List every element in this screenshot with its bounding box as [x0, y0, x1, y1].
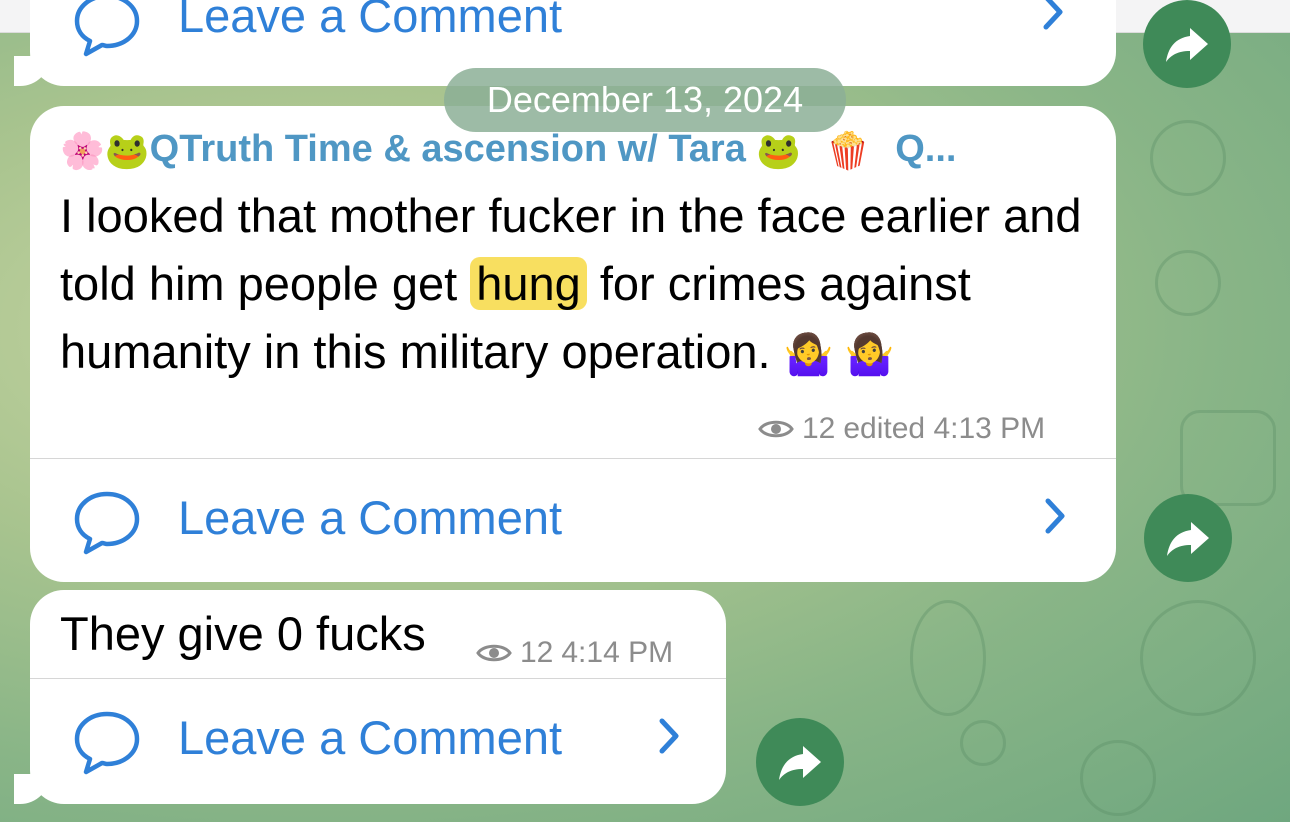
background-doodle [1155, 250, 1221, 316]
speech-bubble-icon [74, 0, 140, 57]
message-bubble: They give 0 fucks 12 4:14 PM Leave a Com… [30, 590, 726, 804]
chevron-right-icon [1045, 498, 1065, 534]
date-separator: December 13, 2024 [444, 68, 846, 132]
leave-comment-button[interactable]: Leave a Comment [30, 680, 726, 790]
author-emoji: 🐸 [756, 129, 802, 171]
author-emoji: 🌸 [60, 129, 105, 171]
share-arrow-icon [1166, 28, 1208, 62]
chevron-right-icon [659, 718, 679, 754]
author-line[interactable]: 🌸🐸QTruth Time & ascension w/ Tara 🐸 🍿 Q.… [60, 128, 956, 172]
background-doodle [910, 600, 986, 716]
eye-icon [476, 644, 512, 662]
background-doodle [1140, 600, 1256, 716]
view-count: 12 [802, 412, 836, 445]
divider [30, 678, 726, 679]
background-doodle [1150, 120, 1226, 196]
share-arrow-icon [779, 746, 821, 780]
leave-comment-button[interactable]: Leave a Comment [30, 460, 1116, 570]
share-button[interactable] [756, 718, 844, 806]
author-suffix: Q... [895, 128, 957, 170]
background-doodle [1180, 410, 1276, 506]
share-button[interactable] [1143, 0, 1231, 88]
comment-label: Leave a Comment [178, 711, 563, 764]
message-meta: 12 4:14 PM [476, 636, 673, 670]
message-meta: 12 edited 4:13 PM [758, 412, 1045, 446]
message-time: 4:14 PM [561, 636, 674, 669]
background-doodle [1080, 740, 1156, 816]
view-count: 12 [520, 636, 554, 669]
share-arrow-icon [1167, 522, 1209, 556]
background-doodle [960, 720, 1006, 766]
speech-bubble-icon [74, 491, 140, 555]
message-emojis: 🤷‍♀️ 🤷‍♀️ [783, 333, 895, 377]
highlighted-word: hung [470, 257, 587, 310]
message-bubble: 🌸🐸QTruth Time & ascension w/ Tara 🐸 🍿 Q.… [30, 106, 1116, 582]
chevron-right-icon [1043, 0, 1063, 30]
message-text: I looked that mother fucker in the face … [60, 182, 1090, 389]
author-emoji: 🍿 [825, 129, 871, 171]
bubble-tail [14, 774, 50, 804]
divider [30, 458, 1116, 459]
author-name: QTruth Time & ascension w/ Tara [149, 128, 746, 170]
message-status: edited 4:13 PM [843, 412, 1046, 445]
speech-bubble-icon [74, 711, 140, 775]
eye-icon [758, 420, 794, 438]
share-button[interactable] [1144, 494, 1232, 582]
comment-label: Leave a Comment [178, 0, 563, 42]
message-text: They give 0 fucks [60, 607, 426, 660]
comment-label: Leave a Comment [178, 491, 563, 544]
author-emoji: 🐸 [104, 129, 150, 171]
